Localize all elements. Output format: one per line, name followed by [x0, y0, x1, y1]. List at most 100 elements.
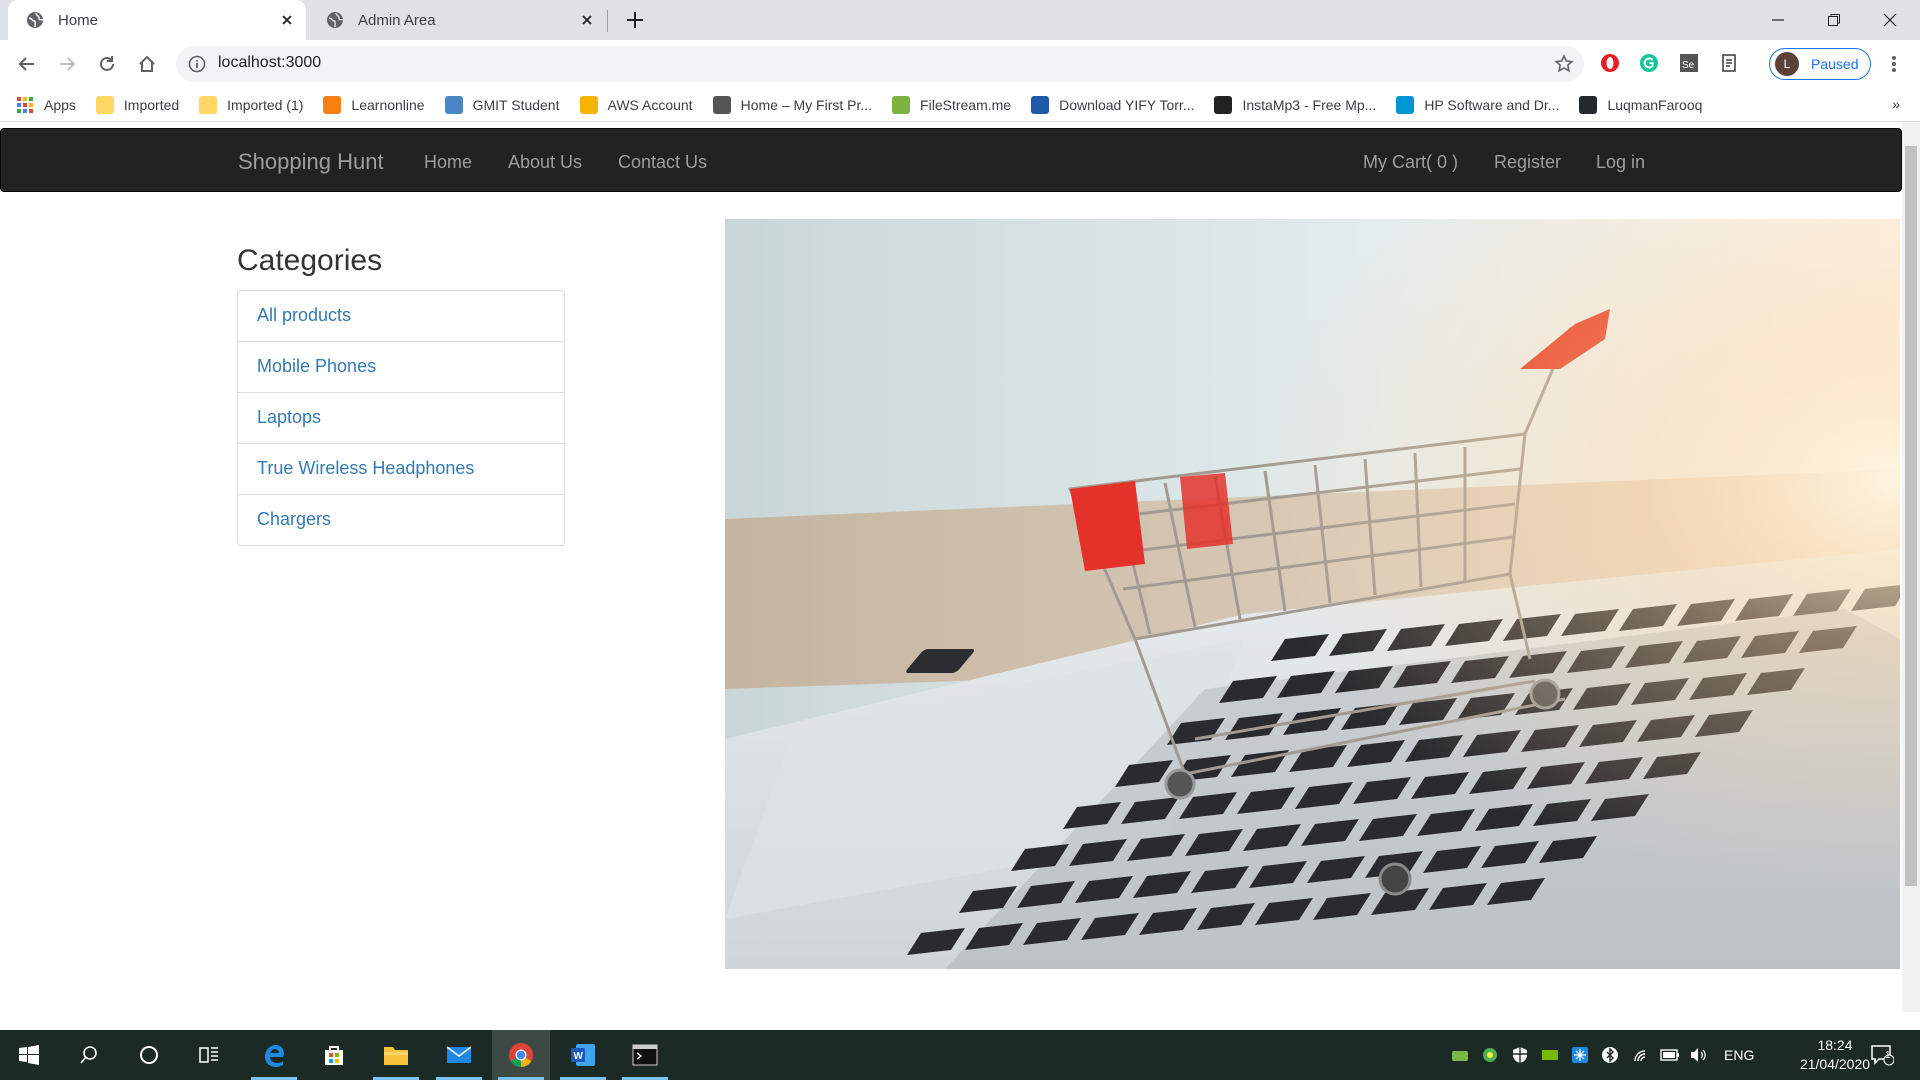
taskbar-terminal[interactable]: [616, 1030, 674, 1080]
page-viewport: Shopping Hunt Home About Us Contact Us M…: [0, 122, 1920, 1012]
input-language[interactable]: ENG: [1724, 1047, 1754, 1063]
bookmark-label: Imported (1): [227, 96, 304, 113]
taskbar-chrome[interactable]: [492, 1030, 550, 1080]
tray-nvidia-icon[interactable]: [1540, 1045, 1560, 1065]
bookmark-item[interactable]: Imported: [95, 95, 180, 114]
hero-image: [725, 219, 1900, 969]
close-tab-icon[interactable]: [578, 11, 596, 29]
terminal-icon: [632, 1044, 658, 1066]
system-clock[interactable]: 18:24 21/04/2020: [1790, 1036, 1880, 1074]
bookmark-item[interactable]: GMIT Student: [444, 95, 560, 114]
back-button[interactable]: [13, 50, 41, 78]
tray-shield-icon[interactable]: [1510, 1045, 1530, 1065]
bookmark-item[interactable]: LuqmanFarooq: [1579, 95, 1702, 114]
bookmark-label: AWS Account: [607, 96, 693, 113]
profile-button[interactable]: L Paused: [1769, 48, 1871, 80]
taskbar-word[interactable]: W: [554, 1030, 612, 1080]
tray-wifi-icon[interactable]: [1632, 1045, 1652, 1065]
action-center-button[interactable]: 1: [1868, 1041, 1896, 1069]
mail-icon: [446, 1046, 472, 1063]
nav-register-link[interactable]: Register: [1494, 152, 1561, 173]
radio-icon: [1214, 95, 1233, 114]
bookmark-star-icon[interactable]: [1554, 54, 1574, 74]
category-laptops[interactable]: Laptops: [238, 393, 564, 444]
bookmark-label: Learnonline: [351, 96, 425, 113]
site-brand[interactable]: Shopping Hunt: [238, 149, 384, 175]
tray-volume-icon[interactable]: [1688, 1045, 1708, 1065]
category-chargers[interactable]: Chargers: [238, 495, 564, 545]
selenium-extension-icon[interactable]: Se: [1678, 52, 1700, 74]
svg-text:W: W: [574, 1051, 584, 1062]
address-bar[interactable]: localhost:3000: [176, 46, 1584, 82]
shopping-cart-laptop-illustration: [725, 219, 1900, 969]
bookmark-item[interactable]: HP Software and Dr...: [1396, 95, 1559, 114]
vertical-scrollbar-thumb[interactable]: [1905, 146, 1917, 886]
task-view-icon: [199, 1047, 218, 1063]
url-text[interactable]: localhost:3000: [218, 54, 321, 72]
nav-home-link[interactable]: Home: [424, 152, 472, 173]
cortana-button[interactable]: [120, 1030, 178, 1080]
taskbar-file-explorer[interactable]: [367, 1030, 425, 1080]
close-tab-icon[interactable]: [278, 11, 296, 29]
tray-onedrive-icon[interactable]: [1480, 1045, 1500, 1065]
taskbar-edge[interactable]: [245, 1030, 303, 1080]
home-button[interactable]: [133, 50, 161, 78]
nav-cart-link[interactable]: My Cart( 0 ): [1363, 152, 1458, 173]
bookmark-item[interactable]: FileStream.me: [892, 95, 1012, 114]
menu-button[interactable]: [1880, 50, 1908, 78]
category-true-wireless-headphones[interactable]: True Wireless Headphones: [238, 444, 564, 495]
bookmark-label: FileStream.me: [920, 96, 1012, 113]
windows-taskbar: W ENG 18:24 21/04/2020 1: [0, 1030, 1920, 1080]
bookmark-item[interactable]: Imported (1): [199, 95, 304, 114]
info-icon[interactable]: [188, 55, 206, 73]
apps-grid-icon: [16, 96, 34, 114]
tray-security-icon[interactable]: [1450, 1045, 1470, 1065]
task-view-button[interactable]: [180, 1030, 238, 1080]
aws-icon: [579, 95, 598, 114]
start-button[interactable]: [0, 1030, 58, 1080]
folder-icon: [95, 95, 114, 114]
bookmark-label: Imported: [123, 96, 180, 113]
tray-bluetooth-icon[interactable]: [1600, 1045, 1620, 1065]
bookmark-item[interactable]: Apps: [16, 96, 76, 114]
arrow-left-icon: [18, 57, 34, 71]
close-window-button[interactable]: [1862, 0, 1918, 40]
bookmarks-overflow-button[interactable]: »: [1892, 96, 1900, 112]
folder-icon: [199, 95, 218, 114]
reload-icon: [100, 56, 114, 71]
taskbar-mail[interactable]: [430, 1030, 488, 1080]
restore-button[interactable]: [1806, 0, 1862, 40]
new-tab-icon[interactable]: [624, 9, 646, 31]
taskbar-store[interactable]: [305, 1030, 363, 1080]
opera-extension-icon[interactable]: [1599, 52, 1621, 74]
category-all-products[interactable]: All products: [238, 291, 564, 342]
avatar: L: [1775, 52, 1799, 76]
minimize-button[interactable]: [1750, 0, 1806, 40]
grammarly-icon[interactable]: [1638, 52, 1660, 74]
nav-login-link[interactable]: Log in: [1596, 152, 1645, 173]
nav-about-link[interactable]: About Us: [508, 152, 582, 173]
notes-extension-icon[interactable]: [1718, 52, 1740, 74]
bookmark-label: Apps: [44, 96, 76, 113]
reload-button[interactable]: [93, 50, 121, 78]
tray-snowflake-icon[interactable]: [1570, 1045, 1590, 1065]
nav-contact-link[interactable]: Contact Us: [618, 152, 707, 173]
bookmark-item[interactable]: Learnonline: [323, 95, 425, 114]
bookmark-item[interactable]: Home – My First Pr...: [712, 95, 873, 114]
bookmark-label: Download YIFY Torr...: [1059, 96, 1195, 113]
search-button[interactable]: [60, 1030, 118, 1080]
bookmark-item[interactable]: InstaMp3 - Free Mp...: [1214, 95, 1376, 114]
bookmark-label: GMIT Student: [472, 96, 560, 113]
bookmark-item[interactable]: Download YIFY Torr...: [1031, 95, 1195, 114]
category-mobile-phones[interactable]: Mobile Phones: [238, 342, 564, 393]
tab-home[interactable]: Home: [8, 0, 306, 40]
forward-button[interactable]: [53, 50, 81, 78]
tab-admin-area[interactable]: Admin Area: [314, 0, 606, 40]
edge-icon: [265, 1045, 284, 1067]
bookmark-item[interactable]: AWS Account: [579, 95, 693, 114]
tab-separator: [607, 10, 608, 32]
bookmark-label: Home – My First Pr...: [740, 96, 873, 113]
film-icon: [1031, 95, 1050, 114]
tray-battery-icon[interactable]: [1660, 1045, 1680, 1065]
windows-logo-icon: [19, 1045, 39, 1065]
